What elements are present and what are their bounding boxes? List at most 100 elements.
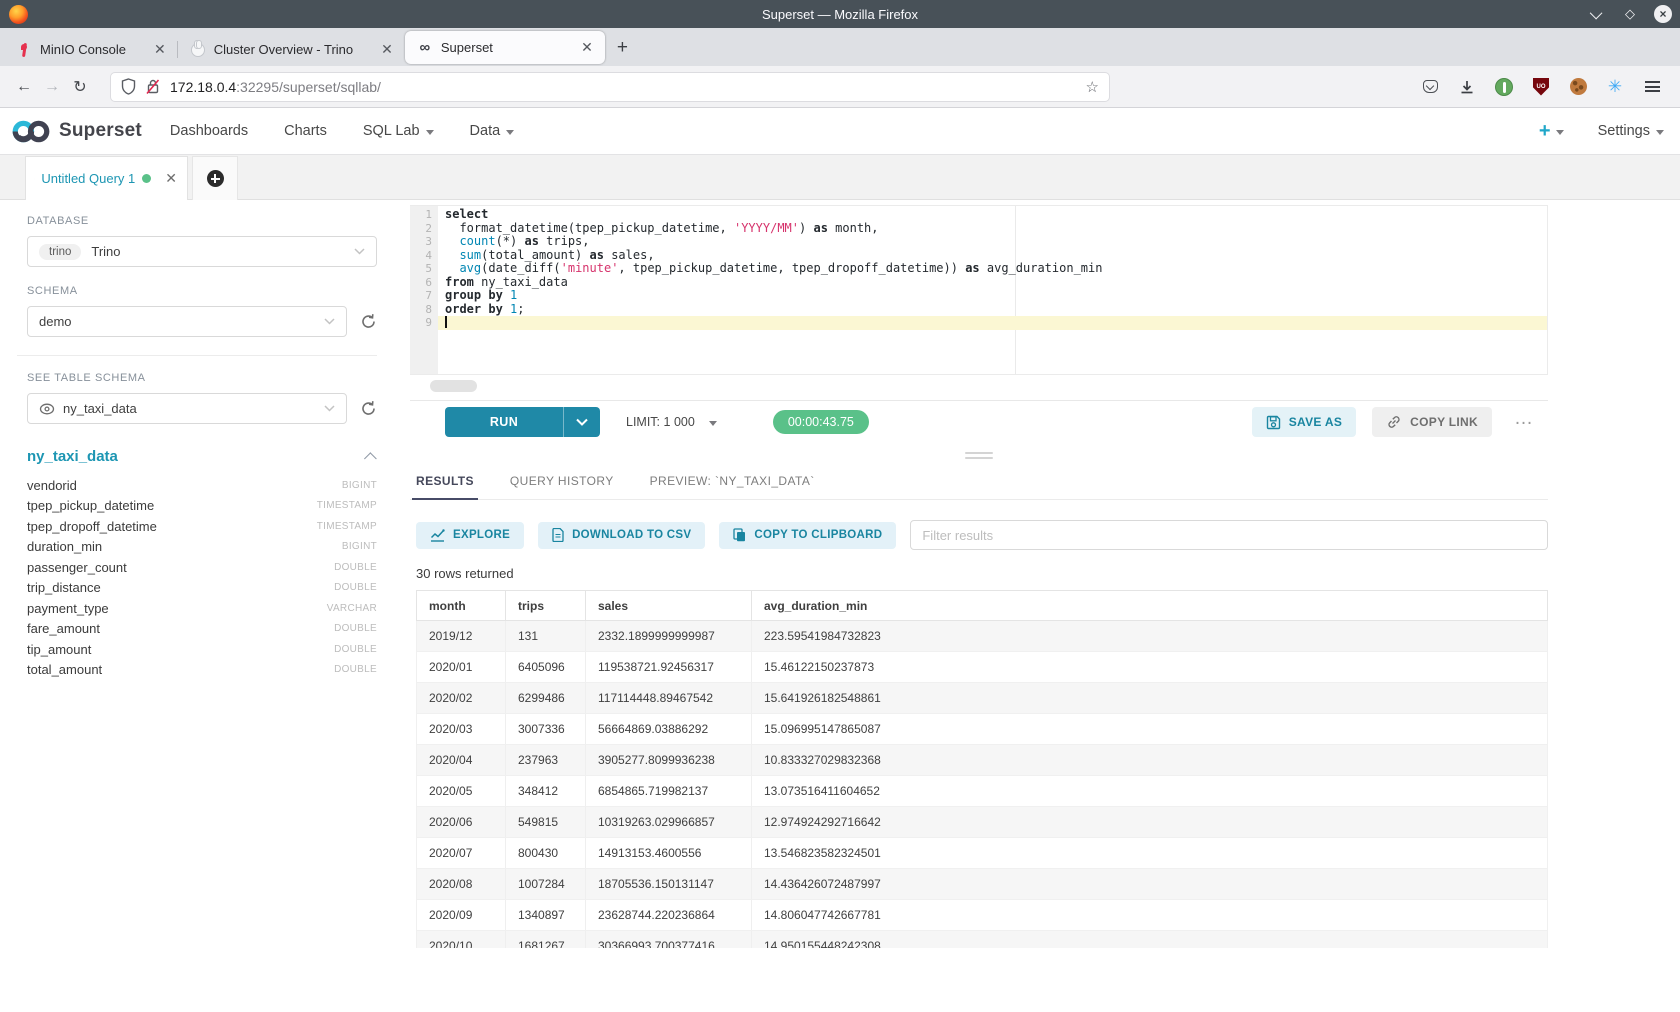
- window-close-button[interactable]: ×: [1654, 5, 1672, 23]
- menu-hamburger-icon[interactable]: [1642, 77, 1662, 97]
- gutter-line-number: 4: [410, 249, 432, 263]
- url-bar[interactable]: 172.18.0.4:32295/superset/sqllab/ ☆: [110, 72, 1110, 102]
- column-row: payment_typeVARCHAR: [27, 598, 377, 619]
- browser-tab-superset[interactable]: ∞ Superset ✕: [405, 31, 605, 64]
- new-tab-button[interactable]: +: [605, 33, 640, 66]
- back-button[interactable]: ←: [10, 73, 38, 101]
- grid-header-cell[interactable]: month: [417, 591, 506, 620]
- nav-charts[interactable]: Charts: [284, 123, 327, 139]
- tab-close-icon[interactable]: ✕: [379, 41, 395, 58]
- run-button[interactable]: RUN: [445, 407, 600, 437]
- tab-close-icon[interactable]: ✕: [579, 39, 595, 56]
- copy-link-button[interactable]: COPY LINK: [1372, 407, 1492, 437]
- column-row: vendoridBIGINT: [27, 475, 377, 496]
- table-row: 2020/042379633905277.809993623810.833327…: [416, 745, 1548, 776]
- more-options-button[interactable]: …: [1508, 408, 1540, 436]
- column-name: tpep_dropoff_datetime: [27, 519, 157, 534]
- pocket-icon[interactable]: [1420, 77, 1440, 97]
- table-cell: 2332.1899999999987: [586, 621, 752, 651]
- column-row: duration_minBIGINT: [27, 537, 377, 558]
- table-cell: 15.46122150237873: [752, 652, 1547, 682]
- refresh-table-button[interactable]: [360, 400, 377, 417]
- sparkle-extension-icon[interactable]: ✳: [1605, 77, 1625, 97]
- window-minimize-button[interactable]: [1588, 5, 1606, 23]
- tab-label: Superset: [441, 40, 493, 55]
- chevron-down-icon: [1589, 6, 1602, 19]
- explore-button[interactable]: EXPLORE: [416, 522, 524, 549]
- results-tab-preview-ny-taxi-data[interactable]: PREVIEW: `NY_TAXI_DATA`: [650, 462, 815, 499]
- copy-icon: [733, 528, 746, 542]
- run-dropdown-button[interactable]: [563, 407, 600, 437]
- nav-dashboards[interactable]: Dashboards: [170, 123, 248, 139]
- superset-infinity-icon: [10, 118, 52, 145]
- filter-results-input[interactable]: [910, 520, 1548, 550]
- results-tab-results[interactable]: RESULTS: [416, 462, 474, 499]
- text-cursor: [445, 316, 447, 328]
- table-name-link[interactable]: ny_taxi_data: [27, 448, 118, 465]
- save-as-label: SAVE AS: [1289, 415, 1342, 429]
- table-cell: 2020/06: [417, 807, 506, 837]
- nav-sql-lab[interactable]: SQL Lab: [363, 123, 434, 139]
- lock-disabled-icon[interactable]: [145, 78, 161, 95]
- reload-button[interactable]: ↻: [66, 73, 94, 101]
- forward-button[interactable]: →: [38, 73, 66, 101]
- ublock-icon[interactable]: UO: [1531, 77, 1551, 97]
- downloads-icon[interactable]: [1457, 77, 1477, 97]
- column-row: tpep_pickup_datetimeTIMESTAMP: [27, 496, 377, 517]
- browser-tab-trino[interactable]: Cluster Overview - Trino ✕: [178, 33, 405, 66]
- refresh-schema-button[interactable]: [360, 313, 377, 330]
- window-maximize-button[interactable]: ◇: [1621, 5, 1639, 23]
- limit-dropdown[interactable]: LIMIT: 1 000: [626, 415, 717, 429]
- add-query-tab-button[interactable]: [192, 156, 238, 200]
- table-cell: 6854865.719982137: [586, 776, 752, 806]
- table-select[interactable]: ny_taxi_data: [27, 393, 347, 424]
- table-cell: 2020/05: [417, 776, 506, 806]
- grid-header-cell[interactable]: sales: [586, 591, 752, 620]
- table-cell: 10319263.029966857: [586, 807, 752, 837]
- grid-header-cell[interactable]: trips: [506, 591, 586, 620]
- run-label[interactable]: RUN: [445, 407, 563, 437]
- query-tab-untitled[interactable]: Untitled Query 1 ✕: [25, 156, 188, 200]
- save-as-button[interactable]: SAVE AS: [1252, 407, 1356, 437]
- column-name: duration_min: [27, 539, 102, 554]
- divider: [17, 355, 377, 356]
- table-cell: 14913153.4600556: [586, 838, 752, 868]
- download-csv-button[interactable]: DOWNLOAD TO CSV: [538, 522, 705, 549]
- table-cell: 12.974924292716642: [752, 807, 1547, 837]
- gutter-line-number: 8: [410, 303, 432, 317]
- bookmark-star-icon[interactable]: ☆: [1086, 78, 1099, 96]
- database-select[interactable]: trino Trino: [27, 236, 377, 267]
- query-tab-close-icon[interactable]: ✕: [165, 170, 177, 187]
- table-schema-label: SEE TABLE SCHEMA: [27, 372, 377, 384]
- sql-editor[interactable]: 123456789 select format_datetime(tpep_pi…: [410, 205, 1548, 375]
- nav-data[interactable]: Data: [470, 123, 515, 139]
- pane-splitter-handle[interactable]: [410, 448, 1548, 462]
- settings-menu[interactable]: Settings: [1598, 123, 1664, 139]
- rows-returned-text: 30 rows returned: [416, 566, 514, 581]
- extension-icon[interactable]: [1494, 77, 1514, 97]
- table-cell: 10.833327029832368: [752, 745, 1547, 775]
- cookie-extension-icon[interactable]: [1568, 77, 1588, 97]
- table-cell: 18705536.150131147: [586, 869, 752, 899]
- grid-header-cell[interactable]: avg_duration_min: [752, 591, 1547, 620]
- tab-close-icon[interactable]: ✕: [152, 41, 168, 58]
- tab-label: Cluster Overview - Trino: [214, 42, 353, 57]
- grid-header: monthtripssalesavg_duration_min: [416, 590, 1548, 621]
- schema-select[interactable]: demo: [27, 306, 347, 337]
- table-cell: 1007284: [506, 869, 586, 899]
- superset-logo[interactable]: Superset: [10, 118, 142, 145]
- column-name: payment_type: [27, 601, 109, 616]
- limit-value: 1 000: [664, 415, 695, 429]
- copy-clipboard-button[interactable]: COPY TO CLIPBOARD: [719, 522, 896, 549]
- shield-icon[interactable]: [121, 78, 136, 95]
- column-row: fare_amountDOUBLE: [27, 619, 377, 640]
- editor-gutter: 123456789: [410, 206, 438, 374]
- editor-hscrollbar[interactable]: [430, 380, 477, 392]
- new-item-button[interactable]: +: [1539, 120, 1564, 143]
- browser-tab-minio[interactable]: MinIO Console ✕: [4, 33, 178, 66]
- column-name: total_amount: [27, 662, 102, 677]
- results-tab-query-history[interactable]: QUERY HISTORY: [510, 462, 614, 499]
- column-type: DOUBLE: [334, 623, 377, 634]
- collapse-chevron-icon[interactable]: [364, 452, 377, 465]
- table-cell: 117114448.89467542: [586, 683, 752, 713]
